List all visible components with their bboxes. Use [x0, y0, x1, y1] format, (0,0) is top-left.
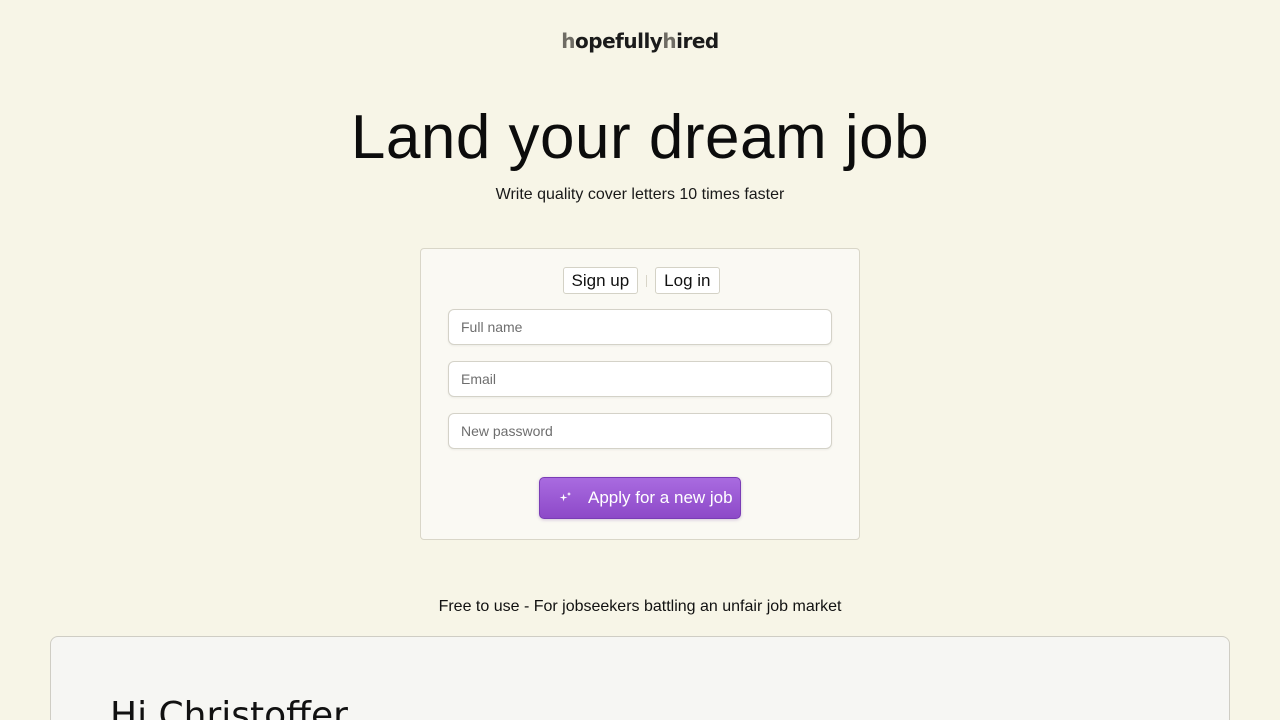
new-password-input[interactable]	[448, 413, 832, 449]
logo-letter-h2: h	[662, 29, 677, 53]
apply-for-new-job-button[interactable]: Apply for a new job	[539, 477, 741, 519]
logo-text-ired: ired	[676, 29, 719, 53]
full-name-input[interactable]	[448, 309, 832, 345]
brand-logo[interactable]: hopefullyhired	[0, 29, 1280, 53]
hero-subtitle: Write quality cover letters 10 times fas…	[495, 186, 785, 203]
signup-tab[interactable]: Sign up	[562, 267, 639, 294]
preview-panel: Hi Christoffer	[50, 636, 1230, 720]
sparkle-icon	[559, 492, 571, 502]
apply-button-label: Apply for a new job	[588, 488, 733, 507]
landing-page: hopefullyhired Land your dream job Write…	[0, 0, 1280, 720]
login-tab[interactable]: Log in	[655, 267, 720, 294]
email-input[interactable]	[448, 361, 832, 397]
logo-letter-h1: h	[561, 29, 576, 53]
tagline: Free to use - For jobseekers battling an…	[438, 598, 842, 615]
auth-tabs: Sign up Log in	[421, 267, 861, 294]
logo-text-opefully: opefully	[575, 29, 663, 53]
hero-title: Land your dream job	[350, 103, 930, 172]
tab-divider	[646, 274, 648, 287]
auth-card: Sign up Log in Apply for a new job	[420, 248, 860, 540]
preview-greeting: Hi Christoffer	[110, 695, 348, 720]
